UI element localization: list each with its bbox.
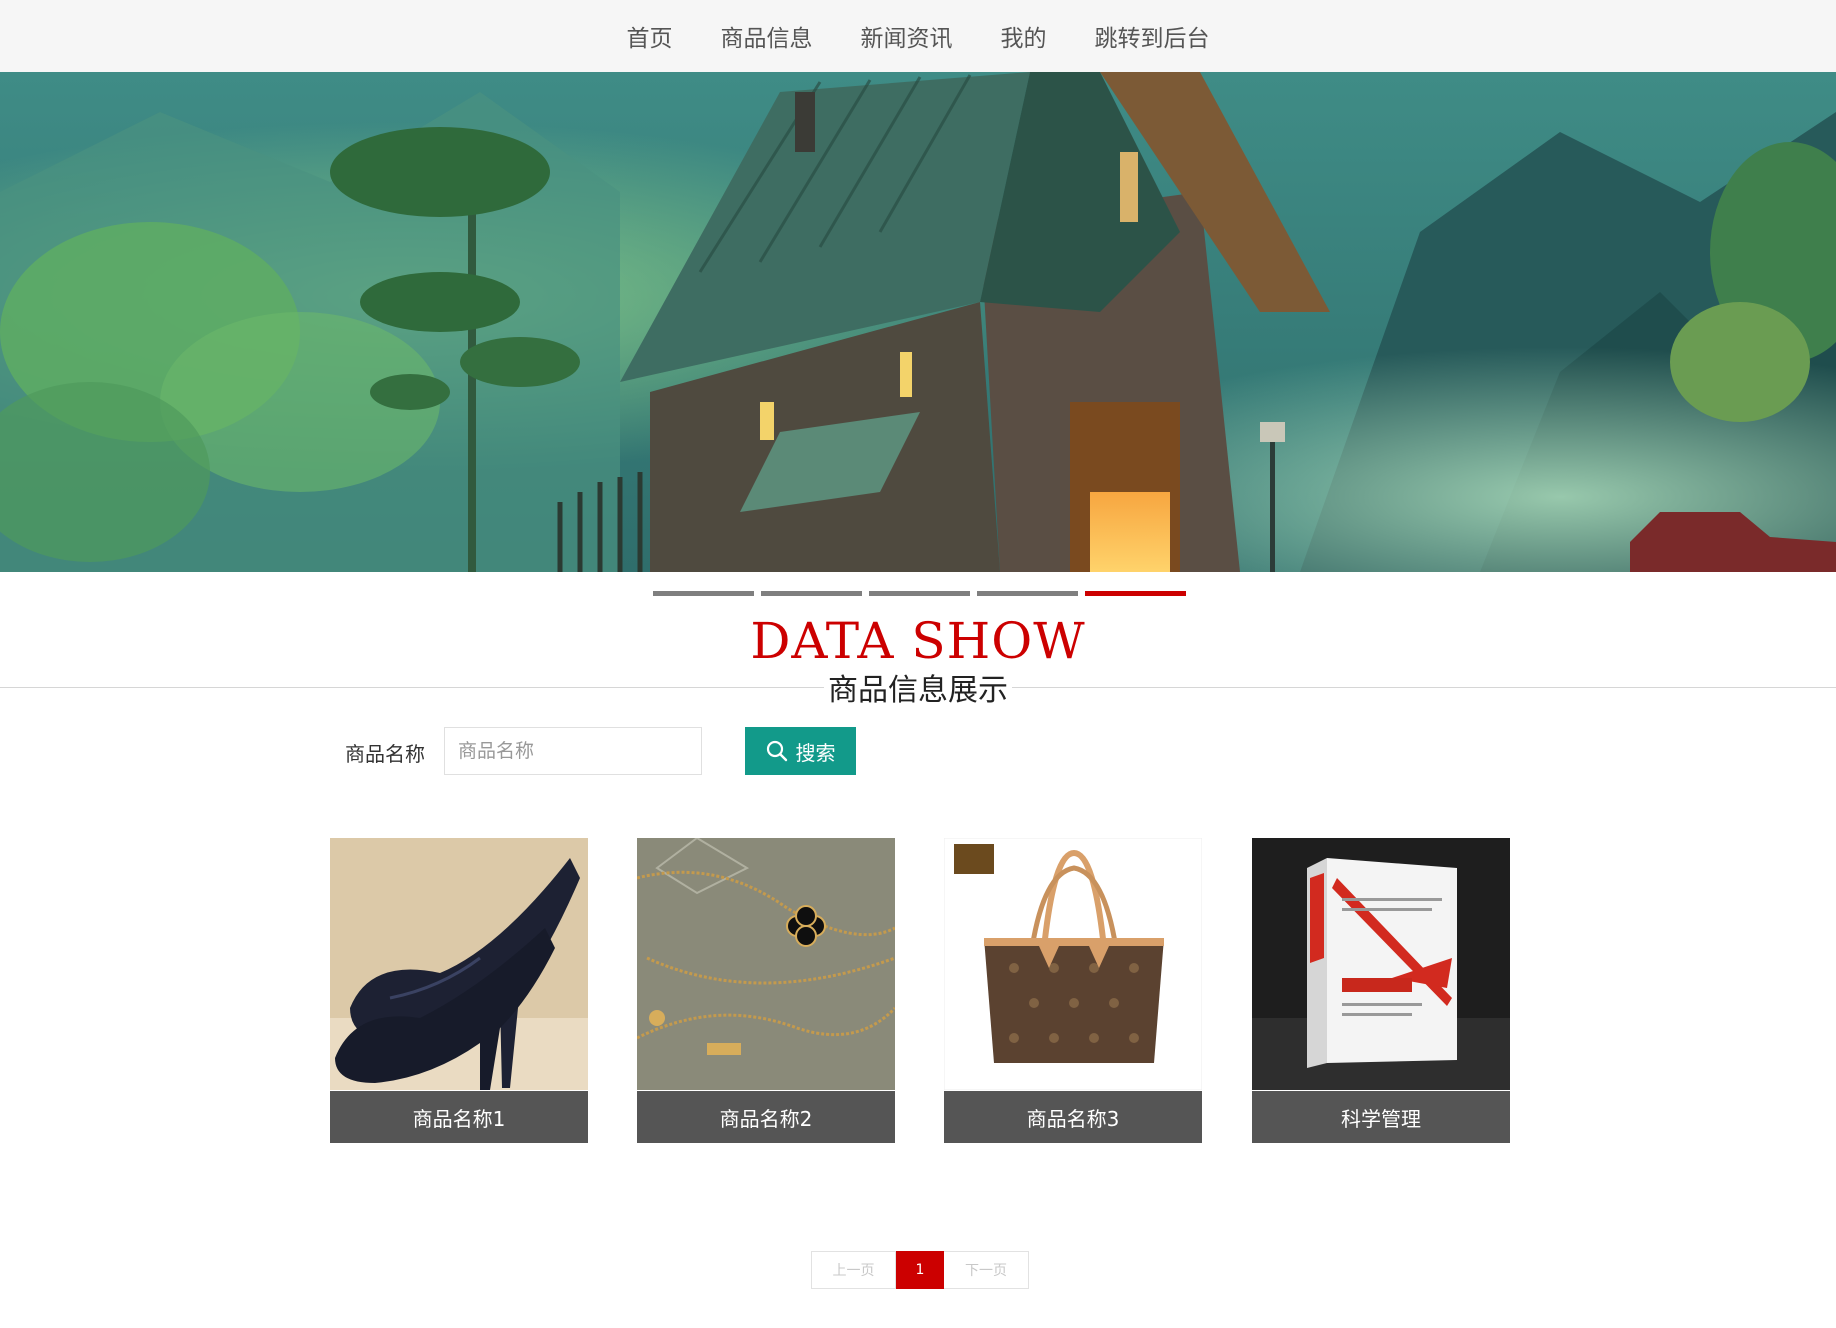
product-card[interactable]: 商品名称2 xyxy=(637,838,895,1143)
search-input[interactable] xyxy=(444,727,702,775)
carousel-indicator-4[interactable] xyxy=(977,591,1078,596)
carousel-indicators xyxy=(653,591,1193,596)
nav-admin[interactable]: 跳转到后台 xyxy=(1071,19,1234,53)
section-title-zh: 商品信息展示 xyxy=(824,673,1012,708)
product-name: 商品名称1 xyxy=(330,1091,588,1143)
product-card[interactable]: 科学管理 xyxy=(1252,838,1510,1143)
product-card[interactable]: 商品名称1 xyxy=(330,838,588,1143)
carousel-indicator-3[interactable] xyxy=(869,591,970,596)
page-button-current[interactable]: 1 xyxy=(896,1251,944,1289)
prev-page-button[interactable]: 上一页 xyxy=(811,1251,896,1289)
section-title: DATA SHOW xyxy=(0,610,1836,672)
product-name: 科学管理 xyxy=(1252,1091,1510,1143)
section-title-en: DATA SHOW xyxy=(750,612,1086,670)
banner-carousel[interactable] xyxy=(0,72,1836,572)
product-image-bag xyxy=(944,838,1202,1090)
nav-products[interactable]: 商品信息 xyxy=(697,19,837,53)
next-page-button[interactable]: 下一页 xyxy=(944,1251,1029,1289)
product-image-necklace xyxy=(637,838,895,1090)
carousel-indicator-5[interactable] xyxy=(1085,591,1186,596)
product-name: 商品名称2 xyxy=(637,1091,895,1143)
search-label: 商品名称 xyxy=(345,742,425,766)
nav-mine[interactable]: 我的 xyxy=(977,19,1071,53)
search-icon xyxy=(766,740,788,762)
top-nav: 首页 商品信息 新闻资讯 我的 跳转到后台 xyxy=(0,0,1836,72)
product-name: 商品名称3 xyxy=(944,1091,1202,1143)
carousel-indicator-1[interactable] xyxy=(653,591,754,596)
product-image-shoes xyxy=(330,838,588,1090)
pagination: 上一页 1 下一页 xyxy=(811,1251,1029,1289)
product-card[interactable]: 商品名称3 xyxy=(944,838,1202,1143)
search-button-label: 搜索 xyxy=(795,740,836,765)
product-image-book xyxy=(1252,838,1510,1090)
nav-news[interactable]: 新闻资讯 xyxy=(837,19,977,53)
nav-home[interactable]: 首页 xyxy=(603,19,697,53)
search-button[interactable]: 搜索 xyxy=(745,727,856,775)
section-subtitle: 商品信息展示 xyxy=(0,671,1836,711)
carousel-indicator-2[interactable] xyxy=(761,591,862,596)
banner-image xyxy=(0,72,1836,572)
